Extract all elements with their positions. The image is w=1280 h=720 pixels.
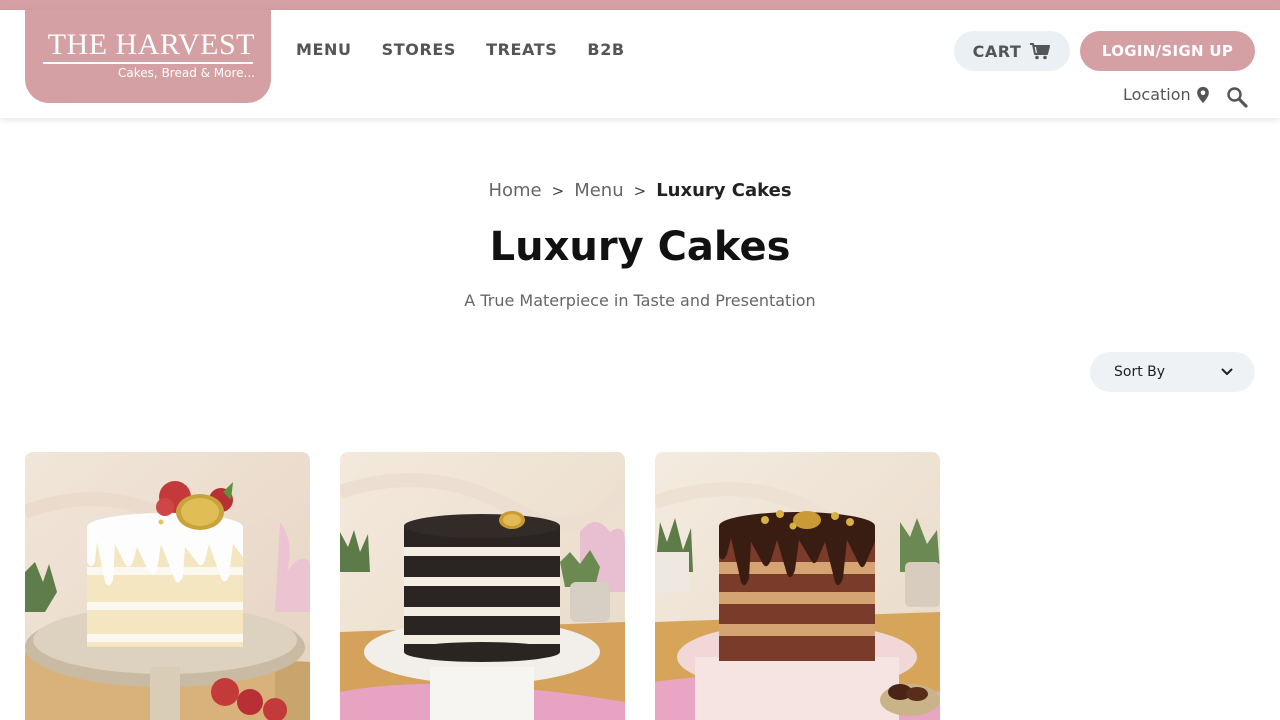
page-title: Luxury Cakes [489,224,791,270]
breadcrumb-menu[interactable]: Menu [574,180,623,201]
shopping-cart-icon [1030,43,1051,60]
product-card[interactable] [25,452,310,720]
cart-button[interactable]: CART [954,31,1070,71]
location-label: Location [1123,85,1191,104]
search-icon[interactable] [1226,86,1248,108]
site-header: THE HARVEST Cakes, Bread & More... MENU … [0,10,1280,118]
main-nav: MENU STORES TREATS B2B [296,40,625,59]
logo-divider [43,62,253,64]
brand-tagline: Cakes, Bread & More... [118,66,255,80]
product-card[interactable] [340,452,625,720]
breadcrumb-home[interactable]: Home [488,180,541,201]
sort-by-label: Sort By [1114,364,1166,380]
chocolate-drip-layer-cake-image [655,452,940,720]
white-drip-naked-cake-image [25,452,310,720]
sort-by-dropdown[interactable]: Sort By [1090,352,1255,392]
nav-item-treats[interactable]: TREATS [486,40,557,59]
login-signup-label: LOGIN/SIGN UP [1101,42,1234,60]
black-and-white-layer-cake-image [340,452,625,720]
nav-item-stores[interactable]: STORES [382,40,456,59]
breadcrumb-separator: > [633,182,647,200]
page-subtitle: A True Materpiece in Taste and Presentat… [464,291,816,310]
nav-item-menu[interactable]: MENU [296,40,352,59]
top-accent-strip [0,0,1280,10]
breadcrumb: Home > Menu > Luxury Cakes [0,180,1280,201]
breadcrumb-separator: > [551,182,565,200]
breadcrumb-current: Luxury Cakes [656,180,792,201]
nav-item-b2b[interactable]: B2B [587,40,624,59]
product-card[interactable] [655,452,940,720]
brand-logo[interactable]: THE HARVEST Cakes, Bread & More... [25,10,271,103]
location-selector[interactable]: Location [1123,85,1211,104]
login-signup-button[interactable]: LOGIN/SIGN UP [1080,31,1255,71]
chevron-down-icon [1221,368,1233,375]
brand-name: THE HARVEST [47,28,255,61]
cart-label: CART [972,41,1022,61]
map-pin-icon [1196,86,1209,103]
